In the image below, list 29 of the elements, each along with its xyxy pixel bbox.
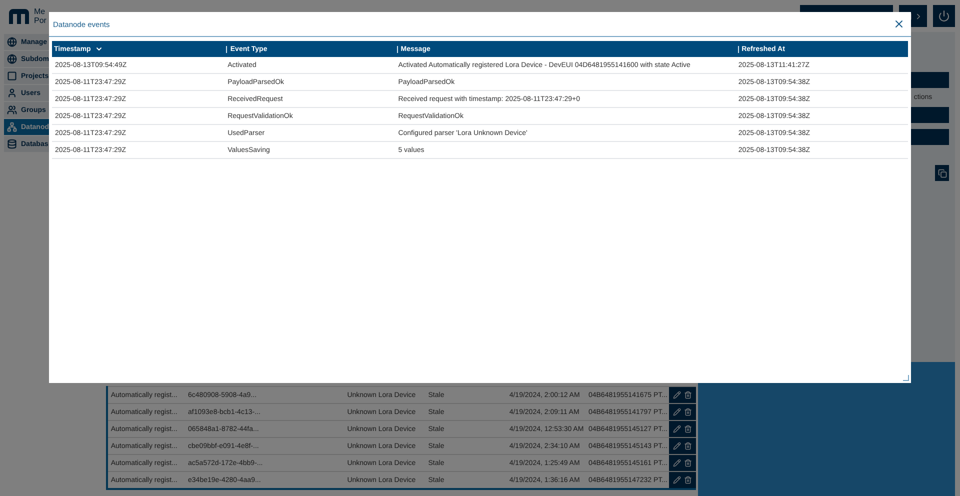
globe-icon <box>7 54 17 64</box>
delete-icon[interactable] <box>684 476 692 484</box>
chevron-icon <box>914 12 923 20</box>
delete-icon[interactable] <box>684 459 692 467</box>
nodes-icon <box>7 122 17 132</box>
group-icon <box>7 105 17 115</box>
edit-icon[interactable] <box>672 459 681 467</box>
app-name: Me <box>34 7 46 16</box>
edit-icon[interactable] <box>672 425 681 433</box>
edit-icon[interactable] <box>672 442 681 450</box>
delete-icon[interactable] <box>684 425 692 433</box>
copy-button[interactable] <box>935 165 949 181</box>
edit-icon[interactable] <box>672 476 681 484</box>
edit-icon[interactable] <box>672 408 681 416</box>
delete-icon[interactable] <box>684 442 692 450</box>
close-button[interactable] <box>893 18 905 30</box>
database-icon <box>7 139 17 149</box>
globe-icon <box>7 37 17 47</box>
resize-handle[interactable] <box>903 375 909 381</box>
power-icon <box>938 10 950 22</box>
logo-icon <box>8 6 30 26</box>
power-button[interactable] <box>933 5 955 27</box>
edit-icon[interactable] <box>672 391 681 399</box>
app-name: Por <box>34 16 46 25</box>
user-icon <box>7 88 17 98</box>
delete-icon[interactable] <box>684 408 692 416</box>
copy-icon <box>938 168 946 178</box>
delete-icon[interactable] <box>684 391 692 399</box>
folder-icon <box>7 71 17 81</box>
